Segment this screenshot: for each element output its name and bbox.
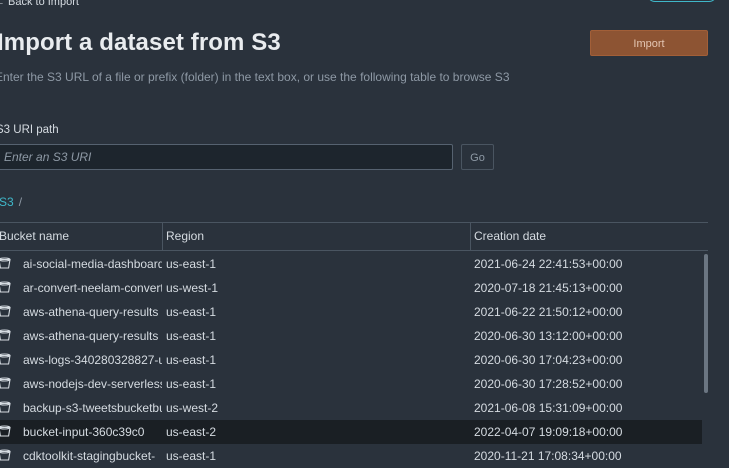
breadcrumb-root-link[interactable]: S3 bbox=[0, 195, 14, 209]
bucket-icon bbox=[0, 329, 11, 341]
bucket-icon bbox=[0, 257, 11, 269]
bucket-region: us-east-1 bbox=[166, 377, 217, 391]
column-header-region[interactable]: Region bbox=[166, 223, 204, 250]
bucket-region: us-east-1 bbox=[166, 353, 217, 367]
bucket-name-link[interactable]: aws-nodejs-dev-serverless bbox=[23, 372, 162, 396]
bucket-region: us-east-1 bbox=[166, 329, 217, 343]
bucket-icon bbox=[0, 425, 11, 437]
table-row[interactable]: ai-social-media-dashboard us-east-1 2021-0… bbox=[0, 252, 702, 276]
table-row[interactable]: aws-logs-340280328827-us-east-1 us-east-1… bbox=[0, 348, 702, 372]
bucket-icon bbox=[0, 353, 11, 365]
arrow-left-icon: ← bbox=[0, 0, 5, 8]
bucket-creation-date: 2020-11-21 17:08:34+00:00 bbox=[474, 449, 622, 463]
go-button[interactable]: Go bbox=[461, 144, 494, 170]
top-right-button[interactable] bbox=[647, 0, 717, 2]
s3-uri-input[interactable] bbox=[0, 144, 453, 170]
bucket-region: us-east-1 bbox=[166, 305, 217, 319]
bucket-region: us-east-1 bbox=[166, 257, 217, 271]
page-title: Import a dataset from S3 bbox=[0, 29, 281, 56]
table-row[interactable]: bucket-input-360c39c0 us-east-2 2022-04-07… bbox=[0, 420, 702, 444]
s3-uri-label: S3 URI path bbox=[0, 124, 59, 136]
import-button[interactable]: Import bbox=[590, 30, 708, 56]
bucket-table-body: ai-social-media-dashboard us-east-1 2021-0… bbox=[0, 252, 702, 468]
bucket-icon bbox=[0, 305, 11, 317]
bucket-name-link[interactable]: ai-social-media-dashboard bbox=[23, 252, 162, 276]
breadcrumb: S3 / bbox=[0, 195, 22, 209]
bucket-name-link[interactable]: backup-s3-tweetsbucketbucket bbox=[23, 396, 162, 420]
table-row[interactable]: aws-athena-query-results us-east-1 2021-06… bbox=[0, 300, 702, 324]
breadcrumb-separator: / bbox=[18, 195, 23, 209]
bucket-region: us-east-2 bbox=[166, 425, 217, 439]
bucket-name-link[interactable]: aws-athena-query-results bbox=[23, 300, 162, 324]
bucket-icon bbox=[0, 377, 11, 389]
table-scrollbar[interactable] bbox=[704, 254, 708, 393]
table-row[interactable]: backup-s3-tweetsbucketbucket us-west-2 202… bbox=[0, 396, 702, 420]
bucket-creation-date: 2021-06-08 15:31:09+00:00 bbox=[474, 401, 623, 415]
table-row[interactable]: aws-nodejs-dev-serverless us-east-1 2020-0… bbox=[0, 372, 702, 396]
bucket-region: us-west-1 bbox=[166, 281, 219, 295]
table-row[interactable]: cdktoolkit-stagingbucket-us-east-1 2020-1… bbox=[0, 444, 702, 468]
column-divider[interactable] bbox=[470, 223, 471, 250]
bucket-creation-date: 2020-06-30 13:12:00+00:00 bbox=[474, 329, 623, 343]
bucket-name-link[interactable]: aws-athena-query-results bbox=[23, 324, 162, 348]
bucket-creation-date: 2021-06-22 21:50:12+00:00 bbox=[474, 305, 623, 319]
table-row[interactable]: aws-athena-query-results us-east-1 2020-06… bbox=[0, 324, 702, 348]
bucket-creation-date: 2020-07-18 21:45:13+00:00 bbox=[474, 281, 623, 295]
bucket-icon bbox=[0, 281, 11, 293]
bucket-icon bbox=[0, 401, 11, 413]
bucket-region: us-east-1 bbox=[166, 449, 217, 463]
bucket-name-link[interactable]: aws-logs-340280328827-us-east-1 bbox=[23, 348, 162, 372]
page-description: Enter the S3 URL of a file or prefix (fo… bbox=[0, 70, 510, 84]
bucket-name-link[interactable]: ar-convert-neelam-converter bbox=[23, 276, 162, 300]
back-to-import-link[interactable]: ← Back to Import bbox=[0, 0, 79, 8]
bucket-name-link[interactable]: bucket-input-360c39c0 bbox=[23, 420, 162, 444]
column-header-creation-date[interactable]: Creation date bbox=[474, 223, 546, 250]
bucket-creation-date: 2020-06-30 17:28:52+00:00 bbox=[474, 377, 623, 391]
bucket-icon bbox=[0, 449, 11, 461]
bucket-region: us-west-2 bbox=[166, 401, 219, 415]
bucket-name-link[interactable]: cdktoolkit-stagingbucket- bbox=[23, 444, 162, 468]
bucket-creation-date: 2022-04-07 19:09:18+00:00 bbox=[474, 425, 623, 439]
back-link-label: Back to Import bbox=[8, 0, 79, 8]
bucket-creation-date: 2021-06-24 22:41:53+00:00 bbox=[474, 257, 623, 271]
table-header: Bucket name Region Creation date bbox=[0, 223, 708, 251]
column-header-bucket-name[interactable]: Bucket name bbox=[0, 223, 69, 250]
table-row[interactable]: ar-convert-neelam-converter us-west-1 2020… bbox=[0, 276, 702, 300]
bucket-creation-date: 2020-06-30 17:04:23+00:00 bbox=[474, 353, 623, 367]
column-divider[interactable] bbox=[162, 223, 163, 250]
